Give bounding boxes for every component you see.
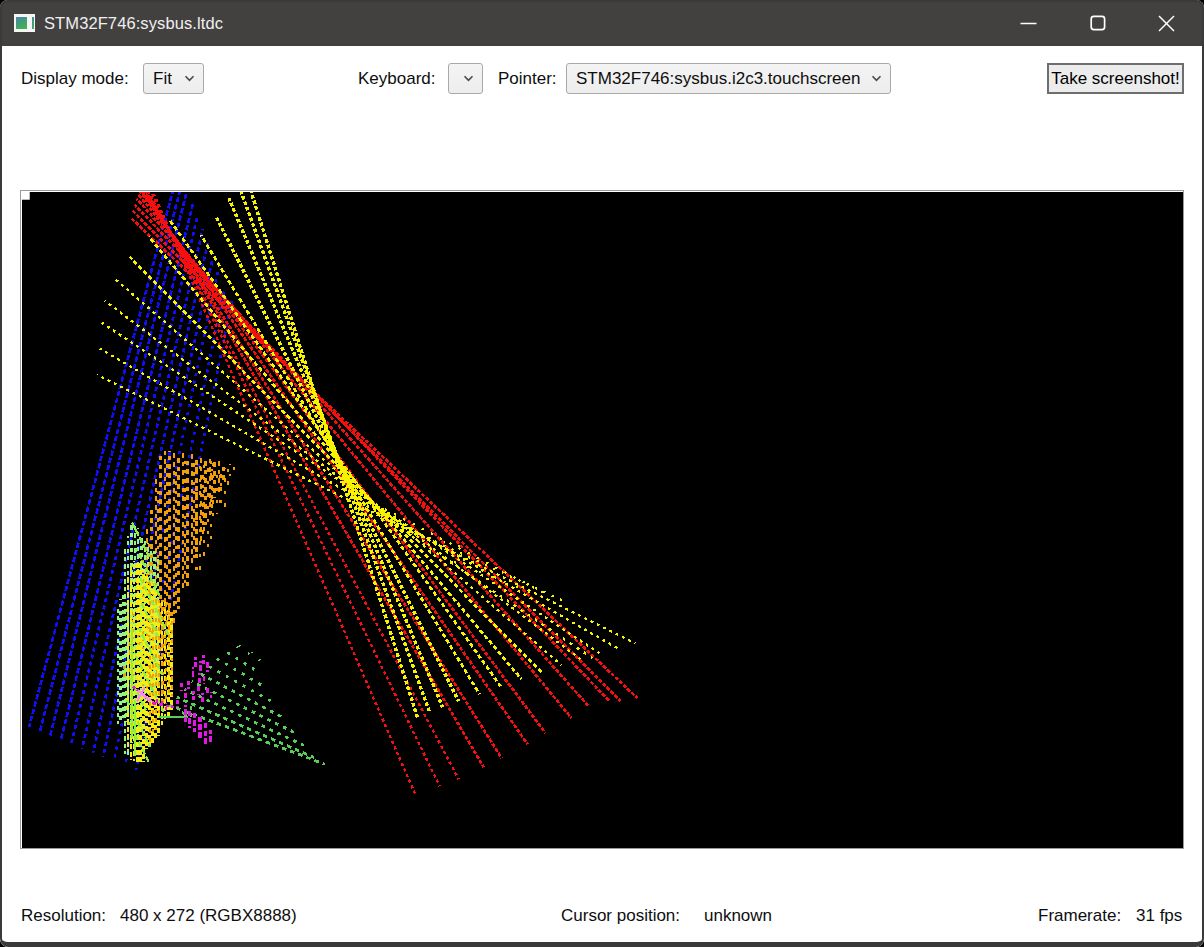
pointer-label: Pointer: [498,69,557,89]
cursor-position-value: unknown [704,906,772,926]
chevron-down-icon [463,75,474,82]
close-icon [1158,15,1175,32]
cursor-position-label: Cursor position: [561,906,680,926]
toolbar: Display mode: Fit Keyboard: Pointer: STM… [1,46,1203,190]
emulator-window: STM32F746:sysbus.ltdc Display mode: [0,0,1204,947]
minimize-button[interactable] [994,0,1063,46]
status-bar: Resolution: 480 x 272 (RGBX8888) Cursor … [1,849,1203,941]
chevron-down-icon [871,75,882,82]
resolution-label: Resolution: [21,906,106,926]
title-bar[interactable]: STM32F746:sysbus.ltdc [0,0,1204,46]
display-mode-select[interactable]: Fit [143,63,204,94]
framerate-label: Framerate: [1038,906,1121,926]
minimize-icon [1020,15,1037,32]
close-button[interactable] [1132,0,1201,46]
maximize-button[interactable] [1063,0,1132,46]
chevron-down-icon [184,75,195,82]
pointer-select[interactable]: STM32F746:sysbus.i2c3.touchscreen [566,63,891,94]
display-mode-label: Display mode: [21,69,129,89]
maximize-icon [1090,15,1106,31]
app-icon [14,14,35,32]
keyboard-select[interactable] [448,63,483,94]
framebuffer-display[interactable] [20,190,1184,849]
take-screenshot-button[interactable]: Take screenshot! [1047,63,1184,94]
framebuffer-corner-artifact [22,192,30,200]
pointer-value: STM32F746:sysbus.i2c3.touchscreen [567,69,860,89]
resolution-value: 480 x 272 (RGBX8888) [120,906,297,926]
window-title: STM32F746:sysbus.ltdc [44,14,223,33]
framerate-value: 31 fps [1136,906,1182,926]
keyboard-label: Keyboard: [358,69,436,89]
display-mode-value: Fit [144,69,172,89]
framebuffer-canvas [22,192,1183,848]
